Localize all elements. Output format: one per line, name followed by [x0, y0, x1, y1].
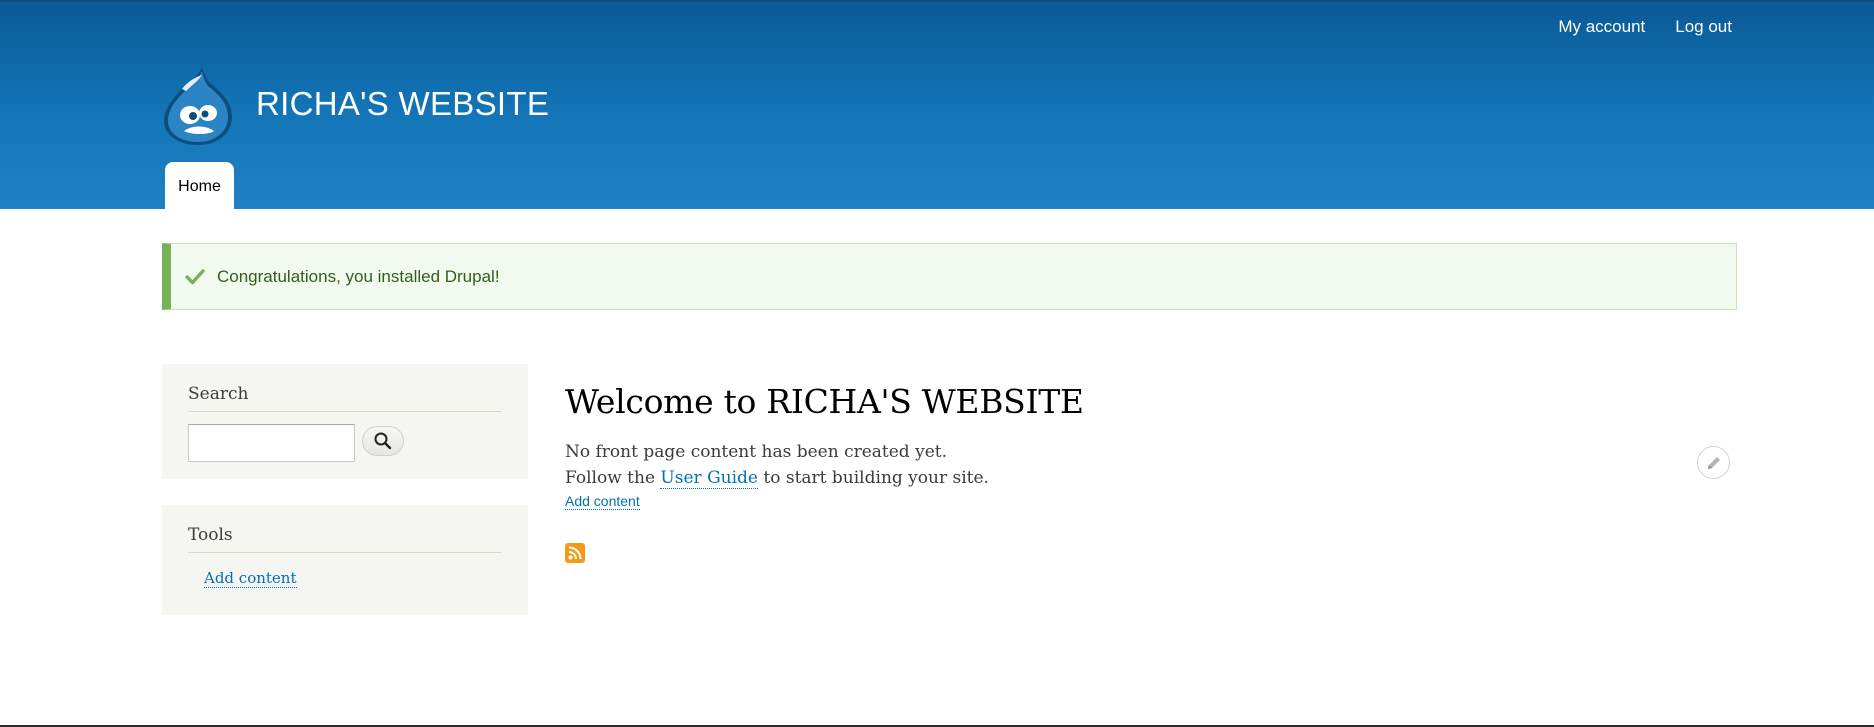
pencil-icon: [1707, 456, 1720, 469]
checkmark-icon: [185, 268, 205, 284]
user-guide-link[interactable]: User Guide: [660, 468, 758, 489]
secondary-menu: My account Log out: [1558, 16, 1732, 38]
search-icon: [374, 432, 392, 450]
user-guide-prefix: Follow the: [565, 468, 656, 488]
my-account-link[interactable]: My account: [1558, 16, 1645, 38]
drupal-drop-icon[interactable]: [162, 65, 234, 147]
site-name[interactable]: RICHA'S WEBSITE: [256, 84, 549, 124]
site-branding: RICHA'S WEBSITE: [162, 65, 549, 147]
tools-block: Tools Add content: [162, 505, 528, 615]
search-input[interactable]: [188, 424, 355, 462]
rss-feed-icon[interactable]: [565, 543, 585, 563]
site-header: My account Log out RICHA'S WEBSITE Home: [0, 0, 1874, 209]
add-content-link[interactable]: Add content: [565, 493, 640, 510]
tools-block-title: Tools: [188, 524, 501, 553]
tools-add-content-link[interactable]: Add content: [204, 569, 297, 588]
page-title: Welcome to RICHA'S WEBSITE: [565, 382, 1084, 421]
main-menu: Home: [165, 162, 234, 209]
user-guide-text: Follow the User Guide to start building …: [565, 465, 1745, 491]
edit-button[interactable]: [1697, 446, 1730, 479]
search-block-title: Search: [188, 383, 501, 412]
user-guide-suffix: to start building your site.: [763, 468, 989, 488]
status-message: Congratulations, you installed Drupal!: [162, 243, 1737, 310]
search-form: [188, 424, 501, 462]
status-message-text: Congratulations, you installed Drupal!: [217, 266, 500, 286]
no-content-text: No front page content has been created y…: [565, 442, 947, 462]
search-button[interactable]: [362, 426, 404, 456]
tab-home[interactable]: Home: [165, 162, 234, 209]
main-content: Welcome to RICHA'S WEBSITE No front page…: [565, 380, 1745, 510]
search-block: Search: [162, 364, 528, 479]
log-out-link[interactable]: Log out: [1675, 16, 1732, 38]
